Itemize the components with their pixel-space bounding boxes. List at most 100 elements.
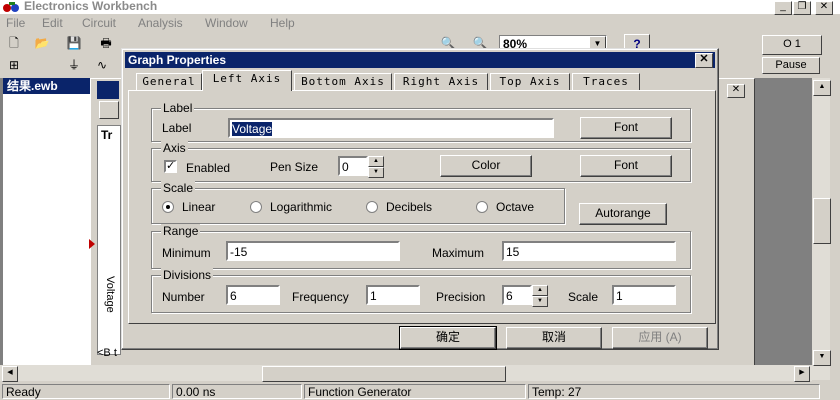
menu-bar: File Edit Circuit Analysis Window Help	[0, 14, 840, 32]
open-folder-icon[interactable]: 📂	[32, 34, 52, 53]
color-button[interactable]: Color	[440, 155, 532, 177]
cursor-marker-icon	[89, 239, 95, 249]
label-group: Label Label Voltage Font	[151, 101, 691, 142]
cancel-button[interactable]: 取消	[506, 327, 602, 349]
scroll-up-icon[interactable]: ▲	[813, 80, 831, 96]
app-title: Electronics Workbench	[24, 0, 158, 13]
range-group-title: Range	[161, 224, 201, 238]
precision-spinner[interactable]: ▲ ▼	[532, 285, 548, 307]
grapher-close-button[interactable]: ✕	[727, 84, 745, 98]
dialog-title-bar[interactable]: Graph Properties ✕	[125, 52, 715, 68]
scale-group: Scale Linear Logarithmic Decibels Octave	[151, 181, 565, 224]
scroll-thumb[interactable]	[813, 198, 831, 244]
status-bar: Ready 0.00 ns Function Generator Temp: 2…	[0, 383, 840, 400]
scale-decibels-label: Decibels	[386, 200, 433, 214]
ok-button[interactable]: 确定	[399, 326, 497, 350]
graph-panel-letter: Tr	[101, 128, 113, 142]
label-font-button[interactable]: Font	[580, 117, 672, 139]
pen-size-spinner[interactable]: ▲ ▼	[368, 156, 384, 178]
number-input[interactable]: 6	[226, 285, 280, 305]
number-label: Number	[162, 290, 205, 304]
tab-bottom-axis[interactable]: Bottom Axis	[294, 73, 392, 90]
minimize-button[interactable]: _	[774, 1, 792, 15]
spin-up-icon[interactable]: ▲	[532, 285, 548, 296]
tab-general[interactable]: General	[136, 73, 202, 90]
component-toolbar: ⊞ ⏚ ∿	[0, 56, 120, 76]
app-logo-icon	[3, 2, 19, 12]
enabled-label: Enabled	[186, 161, 231, 175]
menu-circuit[interactable]: Circuit	[82, 16, 116, 30]
grapher-window-icon	[97, 81, 119, 99]
tab-left-axis[interactable]: Left Axis	[202, 70, 292, 91]
divisions-group: Divisions Number 6 Frequency 1 Precision…	[151, 268, 691, 313]
scale-label: Scale	[568, 290, 599, 304]
menu-analysis[interactable]: Analysis	[138, 16, 183, 30]
restore-button[interactable]: ❐	[793, 1, 811, 15]
label-input-value: Voltage	[232, 122, 273, 136]
h-scroll-thumb[interactable]	[262, 366, 506, 382]
vertical-scrollbar[interactable]: ▲ ▼	[812, 78, 831, 380]
frequency-input[interactable]: 1	[366, 285, 420, 305]
range-group: Range Minimum -15 Maximum 15	[151, 224, 691, 269]
pause-button[interactable]: Pause	[762, 57, 820, 74]
scroll-left-icon[interactable]: ◀	[2, 366, 18, 382]
spin-down-icon[interactable]: ▼	[368, 167, 384, 178]
tab-right-axis[interactable]: Right Axis	[394, 73, 488, 90]
scale-linear-label: Linear	[182, 200, 216, 214]
spin-up-icon[interactable]: ▲	[368, 156, 384, 167]
horizontal-scrollbar[interactable]: ◀ ▶	[0, 365, 812, 382]
menu-help[interactable]: Help	[270, 16, 295, 30]
scale-decibels-radio[interactable]	[366, 201, 378, 213]
dialog-close-icon[interactable]: ✕	[695, 53, 713, 68]
label-group-title: Label	[161, 101, 195, 115]
divisions-group-title: Divisions	[161, 268, 214, 282]
maximum-label: Maximum	[432, 246, 485, 260]
label-input[interactable]: Voltage	[228, 118, 554, 138]
source-icon[interactable]: ∿	[92, 56, 112, 75]
close-button[interactable]: ✕	[815, 1, 833, 15]
apply-button[interactable]: 应用 (A)	[612, 327, 708, 349]
page-icon[interactable]	[99, 101, 119, 119]
scale-octave-label: Octave	[496, 200, 535, 214]
scale-log-radio[interactable]	[250, 201, 262, 213]
print-icon[interactable]: 🖶	[96, 34, 116, 53]
dialog-title: Graph Properties	[128, 53, 227, 67]
spin-down-icon[interactable]: ▼	[532, 296, 548, 307]
ground-icon[interactable]: ⏚	[64, 56, 84, 75]
save-icon[interactable]: 💾	[64, 34, 84, 53]
graph-properties-dialog: Graph Properties ✕ General Left Axis Bot…	[121, 48, 719, 350]
graph-axis-label: Voltage	[104, 276, 116, 313]
scroll-right-icon[interactable]: ▶	[794, 366, 810, 382]
scale-linear-radio[interactable]	[162, 201, 174, 213]
status-ready: Ready	[2, 384, 170, 399]
axis-font-button[interactable]: Font	[580, 155, 672, 177]
scale-input[interactable]: 1	[612, 285, 676, 305]
circuit-window-title[interactable]: 结果.ewb	[3, 78, 95, 94]
tab-traces[interactable]: Traces	[572, 73, 640, 90]
menu-edit[interactable]: Edit	[42, 16, 63, 30]
graph-panel: Tr Voltage	[97, 125, 121, 355]
menu-window[interactable]: Window	[205, 16, 248, 30]
power-switch[interactable]: O 1	[762, 35, 822, 55]
precision-label: Precision	[436, 290, 486, 304]
status-temp: Temp: 27	[528, 384, 820, 399]
app-title-bar: Electronics Workbench _ ❐ ✕	[0, 0, 840, 15]
minimum-input[interactable]: -15	[226, 241, 400, 261]
left-axis-panel: Label Label Voltage Font Axis ✓ Enabled …	[128, 90, 716, 324]
new-file-icon[interactable]: 🗋	[4, 34, 24, 53]
circuit-window: 结果.ewb	[3, 78, 95, 380]
grid-icon[interactable]: ⊞	[4, 56, 24, 75]
minimum-label: Minimum	[162, 246, 211, 260]
status-time: 0.00 ns	[172, 384, 302, 399]
scale-octave-radio[interactable]	[476, 201, 488, 213]
maximum-input[interactable]: 15	[502, 241, 676, 261]
precision-input[interactable]: 6	[502, 285, 532, 305]
scroll-down-icon[interactable]: ▼	[813, 350, 831, 366]
pen-size-input[interactable]: 0	[338, 156, 368, 176]
frequency-label: Frequency	[292, 290, 349, 304]
scale-group-title: Scale	[161, 181, 196, 195]
enabled-checkbox[interactable]: ✓	[164, 160, 177, 173]
menu-file[interactable]: File	[6, 16, 25, 30]
tab-top-axis[interactable]: Top Axis	[490, 73, 570, 90]
autorange-button[interactable]: Autorange	[579, 203, 667, 225]
